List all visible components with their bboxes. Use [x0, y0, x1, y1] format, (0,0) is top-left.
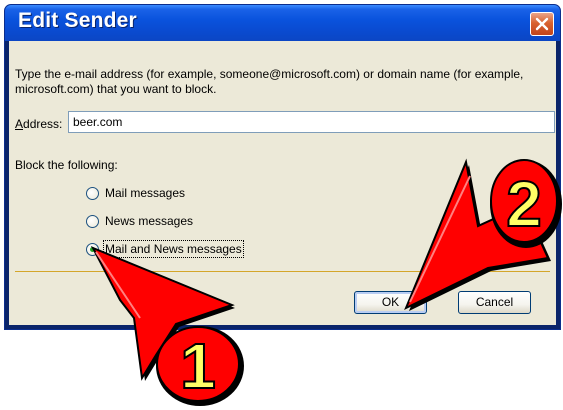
- step-1-number: 1: [180, 330, 216, 402]
- tutorial-annotations: 1 2: [90, 158, 562, 406]
- step-2-badge: 2: [490, 159, 562, 248]
- step-2-number: 2: [506, 168, 542, 240]
- step-1-badge: 1: [156, 326, 244, 406]
